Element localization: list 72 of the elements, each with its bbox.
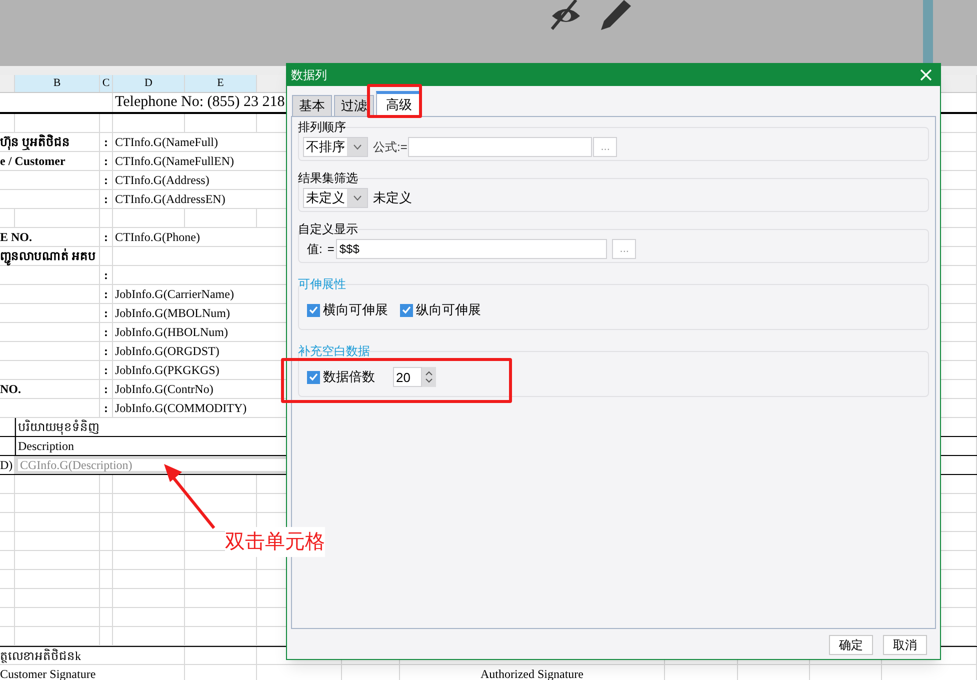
table-cell-text: JobInfo.G(HBOLNum) (115, 324, 228, 341)
table-cell-text: : (104, 400, 108, 417)
field-label: 值: (307, 241, 322, 258)
table-cell-text: e / Customer (0, 153, 66, 170)
table-cell-text: CTInfo.G(Phone) (115, 229, 200, 246)
table-cell-text: : (104, 343, 108, 360)
table-cell-text: : (104, 324, 108, 341)
group-title: 结果集筛选 (298, 171, 359, 185)
table-cell-text: JobInfo.G(COMMODITY) (115, 400, 247, 417)
table-cell-text: បរិយាយមុខទំនិញ (18, 418, 99, 436)
table-cell-text: : (104, 153, 108, 170)
table-cell-text: JobInfo.G(ContrNo) (115, 381, 214, 398)
checkbox[interactable]: 数据倍数 (307, 367, 375, 387)
group-title: 排列顺序 (298, 120, 347, 134)
tab[interactable]: 高级 (376, 91, 422, 116)
table-cell-text: Description (18, 438, 74, 455)
table-cell-text: : (104, 172, 108, 189)
table-cell-text: JobInfo.G(MBOLNum) (115, 305, 230, 322)
tab[interactable]: 过滤 (334, 95, 374, 116)
value-field[interactable]: $$$ (336, 239, 608, 259)
dialog-button[interactable]: 确定 (829, 635, 873, 655)
checkmark-icon (309, 373, 318, 381)
tab[interactable]: 基本 (292, 95, 332, 116)
table-cell-text: CTInfo.G(AddressEN) (115, 191, 226, 208)
table-cell-text: : (104, 286, 108, 303)
table-cell-text: : (104, 229, 108, 246)
dialog-button[interactable]: 取消 (883, 635, 927, 655)
scroll-bar[interactable] (923, 0, 933, 66)
table-cell-text: JobInfo.G(CarrierName) (115, 286, 234, 303)
group-title: 自定义显示 (298, 222, 359, 236)
checkbox[interactable]: 纵向可伸展 (400, 300, 481, 320)
chevron-down-icon (352, 144, 362, 150)
table-cell-text: NO. (0, 381, 21, 398)
group-title: 补充空白数据 (298, 343, 371, 358)
annotation-arrow (164, 464, 216, 529)
table-cell-text: CTInfo.G(NameFull) (115, 134, 218, 151)
pencil-icon[interactable] (600, 0, 632, 30)
filter-text: 未定义 (373, 189, 412, 208)
table-cell-text: CTInfo.G(Address) (115, 172, 210, 189)
field-label: 公式:= (373, 139, 408, 156)
table-cell-text: : (104, 134, 108, 151)
table-cell-text: D) (0, 457, 13, 474)
table-cell-text: : (104, 191, 108, 208)
chevron-down-icon (352, 195, 362, 201)
dialog-title: 数据列 (291, 67, 327, 84)
annotation-text: 双击单元格 (225, 527, 325, 557)
table-cell-text: : (104, 362, 108, 379)
column-header[interactable]: E (217, 75, 224, 92)
hidden-eye-icon[interactable] (550, 0, 582, 30)
table-cell-text: : (104, 305, 108, 322)
group-title: 可伸展性 (298, 276, 347, 291)
checkmark-icon (402, 306, 411, 314)
table-cell-text: : (104, 381, 108, 398)
column-header[interactable]: D (144, 75, 152, 92)
table-cell: ហ៊ុន ឬអតិថិជន (0, 133, 70, 151)
table-cell-text: CTInfo.G(NameFullEN) (115, 153, 234, 170)
checkmark-icon (309, 306, 318, 314)
table-cell-text: JobInfo.G(ORGDST) (115, 343, 220, 360)
table-cell-text: ត្ថលេខាអតិថិជនk (0, 648, 81, 664)
column-header[interactable]: B (53, 75, 61, 92)
table-cell-text: Telephone No: (855) 23 218 (115, 93, 285, 112)
table-cell-text: JobInfo.G(PKGKGS) (115, 362, 220, 379)
dropdown[interactable]: 未定义 (303, 188, 368, 208)
highlight-frame (367, 84, 422, 118)
close-icon[interactable] (920, 69, 932, 81)
formula-field[interactable] (408, 137, 592, 157)
dropdown[interactable]: 不排序 (303, 137, 368, 157)
table-cell-text: : (104, 267, 108, 284)
table-cell-text: E NO. (0, 229, 32, 246)
equals-sign: = (327, 241, 334, 258)
table-cell: ញ្ជូនលាបណាត់ អគប (0, 247, 96, 265)
checkbox[interactable]: 横向可伸展 (307, 300, 388, 320)
